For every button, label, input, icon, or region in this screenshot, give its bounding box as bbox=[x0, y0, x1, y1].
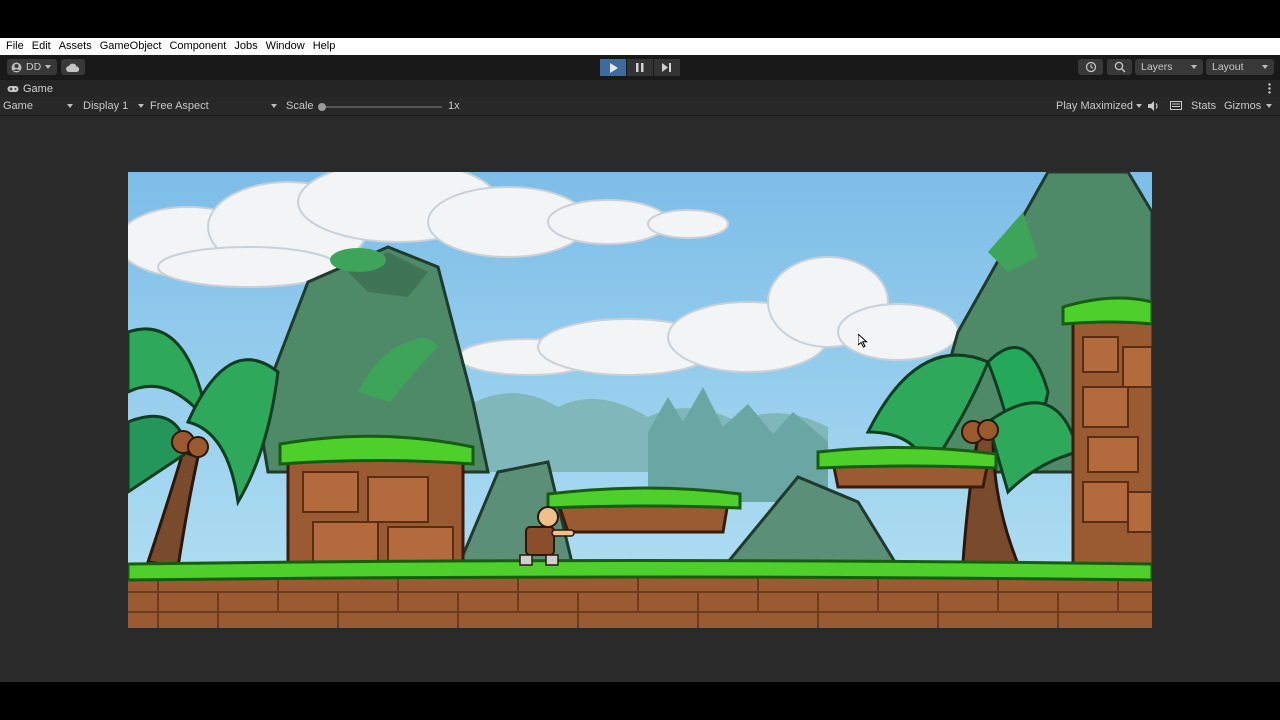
mountain-bush bbox=[330, 248, 386, 272]
play-mode-label: Play Maximized bbox=[1056, 100, 1134, 112]
video-frame: File Edit Assets GameObject Component Jo… bbox=[0, 0, 1280, 720]
menu-component[interactable]: Component bbox=[165, 38, 230, 55]
tab-game[interactable]: Game bbox=[0, 83, 53, 95]
game-view-toolbar: Game Display 1 Free Aspect Scale 1x Play… bbox=[0, 97, 1280, 116]
layout-dropdown[interactable]: Layout bbox=[1206, 59, 1274, 75]
main-toolbar: DD Layers Layout bbox=[0, 55, 1280, 80]
keyboard-icon bbox=[1170, 101, 1182, 110]
history-button[interactable] bbox=[1078, 59, 1103, 75]
stats-button[interactable]: Stats bbox=[1191, 100, 1216, 112]
step-icon bbox=[662, 63, 671, 72]
chevron-down-icon bbox=[138, 104, 144, 108]
play-button[interactable] bbox=[600, 59, 626, 76]
scale-value: 1x bbox=[448, 100, 460, 112]
chevron-down-icon bbox=[1266, 104, 1272, 108]
scale-slider-handle[interactable] bbox=[318, 103, 326, 111]
speaker-icon bbox=[1148, 101, 1158, 111]
gamepad-icon bbox=[7, 85, 19, 92]
menu-gameobject[interactable]: GameObject bbox=[96, 38, 166, 55]
search-button[interactable] bbox=[1107, 59, 1132, 75]
tab-label: Game bbox=[23, 82, 53, 95]
right-floating-platform bbox=[816, 445, 998, 489]
cloud-button[interactable] bbox=[61, 59, 85, 75]
layers-dropdown[interactable]: Layers bbox=[1135, 59, 1203, 75]
layers-label: Layers bbox=[1141, 61, 1173, 73]
aspect-dropdown[interactable]: Free Aspect bbox=[150, 100, 277, 112]
menu-assets[interactable]: Assets bbox=[55, 38, 96, 55]
layout-label: Layout bbox=[1212, 61, 1244, 73]
history-icon bbox=[1085, 61, 1096, 73]
chevron-down-icon bbox=[45, 65, 52, 69]
menu-bar: File Edit Assets GameObject Component Jo… bbox=[0, 38, 1280, 55]
play-icon bbox=[609, 62, 618, 73]
aspect-label: Free Aspect bbox=[150, 100, 209, 112]
more-options-icon[interactable] bbox=[1268, 83, 1271, 97]
account-dropdown[interactable]: DD bbox=[7, 59, 57, 75]
game-scene[interactable] bbox=[128, 172, 1152, 628]
cloud-icon bbox=[66, 63, 80, 72]
gizmos-dropdown[interactable] bbox=[1266, 104, 1272, 108]
view-mode-dropdown[interactable]: Game bbox=[3, 100, 73, 112]
left-cliff-platform bbox=[278, 434, 475, 569]
pause-button[interactable] bbox=[627, 59, 653, 76]
game-viewport[interactable] bbox=[0, 116, 1280, 682]
right-cliff bbox=[1061, 296, 1152, 569]
gizmos-button[interactable]: Gizmos bbox=[1224, 100, 1261, 112]
chevron-down-icon bbox=[1136, 104, 1143, 108]
menu-file[interactable]: File bbox=[2, 38, 28, 55]
chevron-down-icon bbox=[67, 104, 73, 108]
search-icon bbox=[1114, 61, 1126, 73]
menu-window[interactable]: Window bbox=[262, 38, 309, 55]
view-mode-label: Game bbox=[3, 100, 33, 112]
menu-help[interactable]: Help bbox=[309, 38, 340, 55]
menu-edit[interactable]: Edit bbox=[28, 38, 55, 55]
playback-controls bbox=[600, 59, 680, 76]
pause-icon bbox=[636, 63, 644, 72]
stats-toggle-grid[interactable] bbox=[1170, 101, 1182, 110]
display-label: Display 1 bbox=[83, 100, 129, 112]
chevron-down-icon bbox=[1191, 65, 1197, 69]
menu-jobs[interactable]: Jobs bbox=[230, 38, 261, 55]
chevron-down-icon bbox=[1262, 65, 1268, 69]
account-label: DD bbox=[26, 61, 42, 73]
scale-label: Scale bbox=[286, 100, 314, 112]
mouse-cursor-icon bbox=[858, 334, 868, 348]
game-scene-render bbox=[128, 172, 1152, 628]
ground bbox=[128, 559, 1152, 628]
account-icon bbox=[11, 62, 22, 72]
mute-audio-button[interactable] bbox=[1148, 101, 1160, 111]
window-tab-bar: Game bbox=[0, 80, 1280, 97]
scale-slider[interactable] bbox=[318, 103, 442, 111]
play-mode-dropdown[interactable]: Play Maximized bbox=[1056, 100, 1143, 112]
chevron-down-icon bbox=[271, 104, 277, 108]
step-button[interactable] bbox=[654, 59, 680, 76]
middle-floating-platform bbox=[546, 486, 742, 534]
unity-editor: File Edit Assets GameObject Component Jo… bbox=[0, 38, 1280, 682]
display-dropdown[interactable]: Display 1 bbox=[83, 100, 144, 112]
